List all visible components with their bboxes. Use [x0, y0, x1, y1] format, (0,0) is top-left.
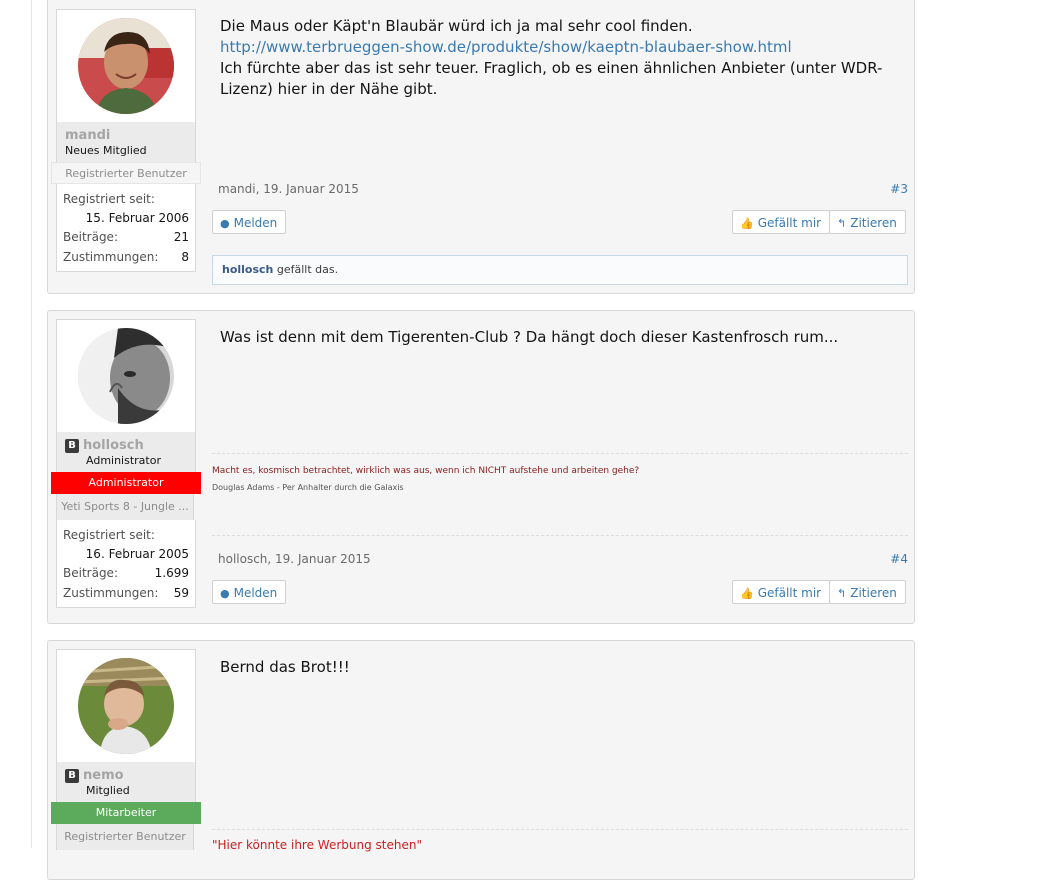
registered-date: 15. Februar 2006	[85, 211, 189, 225]
user-rank-secondary: Registrierter Benutzer	[56, 824, 194, 850]
user-stats: Registriert seit: 15. Februar 2006 Beitr…	[56, 184, 196, 272]
user-rank: Mitarbeiter	[51, 802, 201, 824]
avatar[interactable]	[78, 328, 174, 424]
message-body: Bernd das Brot!!!	[220, 658, 350, 676]
page-edge	[31, 0, 32, 848]
report-button[interactable]: ● Melden	[212, 580, 287, 604]
username-link[interactable]: mandi	[57, 128, 195, 144]
avatar-frame	[56, 649, 196, 762]
message-link[interactable]: http://www.terbrueggen-show.de/produkte/…	[220, 38, 792, 56]
avatar[interactable]	[78, 658, 174, 754]
post-permalink[interactable]: #3	[890, 182, 908, 196]
likes-summary: hollosch gefällt das.	[212, 255, 908, 285]
posts-label: Beiträge:	[63, 566, 118, 580]
liker-name[interactable]: hollosch	[222, 263, 273, 276]
posts-count[interactable]: 21	[174, 227, 189, 247]
info-icon: ●	[220, 587, 230, 600]
user-rank: Administrator	[51, 472, 201, 494]
likes-text: gefällt das.	[276, 263, 339, 276]
post-3: mandi Neues Mitglied Registrierter Benut…	[47, 0, 915, 294]
likes-count-row: Zustimmungen: 59	[57, 583, 195, 603]
avatar-frame	[56, 9, 196, 122]
registered-label: Registriert seit:	[63, 528, 155, 542]
registered-label-row: Registriert seit:	[57, 525, 195, 545]
likes-count: 59	[173, 586, 189, 600]
posts-count[interactable]: 1.699	[155, 563, 189, 583]
thumbs-up-icon: 👍	[740, 587, 754, 600]
post-author-date[interactable]: hollosch, 19. Januar 2015	[218, 552, 371, 566]
user-info: mandi Neues Mitglied Registrierter Benut…	[51, 9, 201, 272]
registered-label-row: Registriert seit:	[57, 189, 195, 209]
signature-divider	[212, 535, 908, 536]
signature-divider	[212, 829, 908, 830]
message-line: Ich fürchte aber das ist sehr teuer. Fra…	[220, 59, 883, 98]
signature-quote: Macht es, kosmisch betrachtet, wirklich …	[212, 466, 640, 476]
report-label: Melden	[233, 586, 278, 600]
posts-count-row: Beiträge: 1.699	[57, 563, 195, 583]
user-title: Administrator	[86, 454, 161, 467]
post-permalink[interactable]: #4	[890, 552, 908, 566]
quote-label: Zitieren	[850, 586, 897, 600]
quote-label: Zitieren	[850, 216, 897, 230]
post-meta: mandi, 19. Januar 2015 #3	[218, 182, 908, 196]
like-button[interactable]: 👍 Gefällt mir	[732, 580, 831, 604]
like-label: Gefällt mir	[757, 216, 822, 230]
quote-button[interactable]: ↰ Zitieren	[829, 580, 906, 604]
posts-label: Beiträge:	[63, 230, 118, 244]
avatar-frame	[56, 319, 196, 432]
like-button[interactable]: 👍 Gefällt mir	[732, 210, 831, 234]
username-text: nemo	[83, 768, 124, 783]
post-meta: hollosch, 19. Januar 2015 #4	[218, 552, 908, 566]
user-title: Mitglied	[86, 784, 130, 797]
username-link[interactable]: Bnemo	[57, 768, 195, 784]
username-link[interactable]: Bhollosch	[57, 438, 195, 454]
report-label: Melden	[233, 216, 278, 230]
user-rank-secondary: Yeti Sports 8 - Jungle ...	[56, 494, 194, 520]
like-label: Gefällt mir	[757, 586, 822, 600]
signature-source: Douglas Adams - Per Anhalter durch die G…	[212, 483, 404, 492]
avatar[interactable]	[78, 18, 174, 114]
quote-button[interactable]: ↰ Zitieren	[829, 210, 906, 234]
user-info: Bnemo Mitglied Mitarbeiter Registrierter…	[51, 649, 201, 850]
info-icon: ●	[220, 217, 230, 230]
post-5: Bnemo Mitglied Mitarbeiter Registrierter…	[47, 640, 915, 880]
signature-divider	[212, 453, 908, 454]
b-badge-icon: B	[65, 439, 79, 453]
reply-icon: ↰	[837, 587, 847, 600]
likes-count-row: Zustimmungen: 8	[57, 247, 195, 267]
posts-count-row: Beiträge: 21	[57, 227, 195, 247]
username-text: hollosch	[83, 438, 144, 453]
user-rank: Registrierter Benutzer	[51, 162, 201, 184]
b-badge-icon: B	[65, 769, 79, 783]
user-title: Neues Mitglied	[65, 144, 147, 157]
report-button[interactable]: ● Melden	[212, 210, 287, 234]
username-block: mandi Neues Mitglied	[56, 122, 196, 162]
registered-date: 16. Februar 2005	[85, 547, 189, 561]
user-info: Bhollosch Administrator Administrator Ye…	[51, 319, 201, 608]
likes-label: Zustimmungen:	[63, 586, 159, 600]
user-stats: Registriert seit: 16. Februar 2005 Beitr…	[56, 520, 196, 608]
post-author-date[interactable]: mandi, 19. Januar 2015	[218, 182, 359, 196]
post-4: Bhollosch Administrator Administrator Ye…	[47, 310, 915, 624]
reply-icon: ↰	[837, 217, 847, 230]
username-block: Bhollosch Administrator	[56, 432, 196, 472]
likes-label: Zustimmungen:	[63, 250, 159, 264]
username-block: Bnemo Mitglied	[56, 762, 196, 802]
registered-label: Registriert seit:	[63, 192, 155, 206]
message-body: Die Maus oder Käpt'n Blaubär würd ich ja…	[220, 16, 910, 100]
likes-count: 8	[181, 250, 189, 264]
signature-quote: "Hier könnte ihre Werbung stehen"	[212, 838, 422, 852]
thumbs-up-icon: 👍	[740, 217, 754, 230]
message-line: Die Maus oder Käpt'n Blaubär würd ich ja…	[220, 17, 693, 35]
message-body: Was ist denn mit dem Tigerenten-Club ? D…	[220, 328, 839, 346]
